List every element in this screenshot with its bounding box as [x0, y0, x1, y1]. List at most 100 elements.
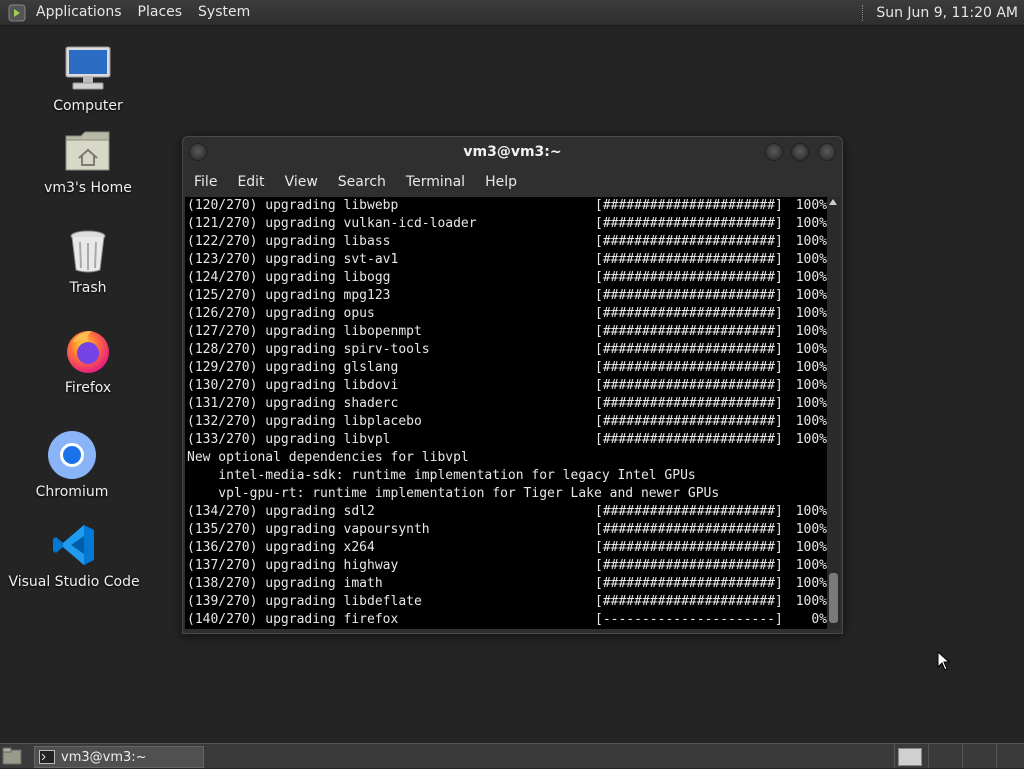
- terminal-line: (125/270) upgrading mpg123 [#############…: [185, 287, 827, 305]
- taskbar-button-terminal[interactable]: vm3@vm3:~: [34, 746, 204, 768]
- terminal-line-text: (127/270) upgrading libopenmpt: [187, 324, 422, 339]
- progress-percent: 100%: [795, 342, 827, 357]
- places-menu[interactable]: Places: [130, 0, 191, 25]
- progress-bar-text: [######################]: [595, 288, 783, 303]
- menu-view[interactable]: View: [275, 174, 328, 190]
- terminal-output[interactable]: (120/270) upgrading libwebp [############…: [185, 197, 827, 629]
- desktop-icon-trash[interactable]: Trash: [48, 226, 128, 296]
- terminal-line: vpl-gpu-rt: runtime implementation for T…: [185, 485, 827, 503]
- terminal-line-text: (134/270) upgrading sdl2: [187, 504, 375, 519]
- close-button[interactable]: [818, 143, 836, 161]
- desktop-icon-chromium[interactable]: Chromium: [32, 430, 112, 500]
- terminal-line: New optional dependencies for libvpl: [185, 449, 827, 467]
- terminal-line-text: (131/270) upgrading shaderc: [187, 396, 399, 411]
- progress-bar-text: [######################]: [595, 576, 783, 591]
- menu-edit[interactable]: Edit: [227, 174, 274, 190]
- terminal-line-text: (126/270) upgrading opus: [187, 306, 375, 321]
- terminal-line: (139/270) upgrading libdeflate [#########…: [185, 593, 827, 611]
- terminal-line: (126/270) upgrading opus [###############…: [185, 305, 827, 323]
- progress-percent: 100%: [795, 414, 827, 429]
- bottom-panel: vm3@vm3:~: [0, 743, 1024, 768]
- progress-bar-text: [######################]: [595, 540, 783, 555]
- terminal-line: (124/270) upgrading libogg [#############…: [185, 269, 827, 287]
- desktop-icon-label: Firefox: [64, 380, 112, 396]
- show-desktop-icon[interactable]: [2, 747, 22, 765]
- scrollbar-thumb[interactable]: [829, 573, 838, 623]
- menu-file[interactable]: File: [183, 174, 227, 190]
- desktop-icon-home[interactable]: vm3's Home: [38, 126, 138, 196]
- progress-bar-text: [######################]: [595, 504, 783, 519]
- terminal-line: (136/270) upgrading x264 [###############…: [185, 539, 827, 557]
- system-menu[interactable]: System: [190, 0, 258, 25]
- terminal-line-text: (124/270) upgrading libogg: [187, 270, 391, 285]
- top-panel: Applications Places System Sun Jun 9, 11…: [0, 0, 1024, 26]
- terminal-icon: [39, 750, 55, 764]
- terminal-line-text: (139/270) upgrading libdeflate: [187, 594, 422, 609]
- desktop-icon-vscode[interactable]: Visual Studio Code: [8, 520, 140, 590]
- terminal-line-text: (136/270) upgrading x264: [187, 540, 375, 555]
- scroll-up-arrow-icon[interactable]: [829, 199, 837, 205]
- terminal-scrollbar[interactable]: [827, 197, 840, 629]
- progress-percent: 100%: [795, 234, 827, 249]
- terminal-line-text: (121/270) upgrading vulkan-icd-loader: [187, 216, 477, 231]
- desktop-icon-firefox[interactable]: Firefox: [48, 326, 128, 396]
- applications-menu[interactable]: Applications: [28, 0, 130, 25]
- progress-bar-text: [######################]: [595, 396, 783, 411]
- progress-percent: 100%: [795, 216, 827, 231]
- progress-percent: 100%: [795, 198, 827, 213]
- progress-bar-text: [######################]: [595, 378, 783, 393]
- workspace-switcher[interactable]: [898, 748, 922, 766]
- progress-percent: 100%: [795, 378, 827, 393]
- terminal-line: (137/270) upgrading highway [############…: [185, 557, 827, 575]
- clock[interactable]: Sun Jun 9, 11:20 AM: [876, 5, 1018, 21]
- progress-percent: 100%: [795, 270, 827, 285]
- terminal-line-text: (137/270) upgrading highway: [187, 558, 399, 573]
- workspace-separator: [928, 744, 929, 768]
- menu-terminal[interactable]: Terminal: [396, 174, 475, 190]
- terminal-line: (129/270) upgrading glslang [############…: [185, 359, 827, 377]
- menu-search[interactable]: Search: [328, 174, 396, 190]
- progress-percent: 100%: [795, 594, 827, 609]
- vscode-icon: [49, 520, 99, 570]
- terminal-line-text: (128/270) upgrading spirv-tools: [187, 342, 430, 357]
- progress-percent: 100%: [795, 576, 827, 591]
- chromium-icon: [47, 430, 97, 480]
- window-titlebar[interactable]: vm3@vm3:~: [183, 137, 842, 167]
- terminal-line: (132/270) upgrading libplacebo [#########…: [185, 413, 827, 431]
- panel-separator: [862, 4, 866, 21]
- progress-bar-text: [######################]: [595, 306, 783, 321]
- maximize-button[interactable]: [791, 143, 809, 161]
- terminal-line: (122/270) upgrading libass [#############…: [185, 233, 827, 251]
- menu-help[interactable]: Help: [475, 174, 527, 190]
- progress-percent: 100%: [795, 396, 827, 411]
- progress-percent: 100%: [795, 540, 827, 555]
- terminal-line-text: (125/270) upgrading mpg123: [187, 288, 391, 303]
- applications-menu-icon[interactable]: [6, 3, 28, 23]
- terminal-line: (121/270) upgrading vulkan-icd-loader [##…: [185, 215, 827, 233]
- desktop-icon-label: Computer: [53, 98, 123, 114]
- desktop-icon-computer[interactable]: Computer: [48, 44, 128, 114]
- progress-percent: 100%: [795, 522, 827, 537]
- progress-bar-text: [######################]: [595, 342, 783, 357]
- progress-bar-text: [######################]: [595, 252, 783, 267]
- terminal-window[interactable]: vm3@vm3:~ File Edit View Search Terminal…: [182, 136, 843, 634]
- terminal-line: (130/270) upgrading libdovi [############…: [185, 377, 827, 395]
- desktop-icon-label: Trash: [69, 280, 107, 296]
- progress-bar-text: [######################]: [595, 360, 783, 375]
- progress-bar-text: [######################]: [595, 234, 783, 249]
- terminal-line: (134/270) upgrading sdl2 [###############…: [185, 503, 827, 521]
- terminal-line: (127/270) upgrading libopenmpt [#########…: [185, 323, 827, 341]
- desktop-icon-label: vm3's Home: [44, 180, 132, 196]
- taskbar-button-label: vm3@vm3:~: [61, 749, 147, 765]
- terminal-line: (123/270) upgrading svt-av1 [############…: [185, 251, 827, 269]
- terminal-line-text: (129/270) upgrading glslang: [187, 360, 399, 375]
- progress-bar-text: [######################]: [595, 594, 783, 609]
- window-title: vm3@vm3:~: [463, 144, 562, 160]
- terminal-line-text: New optional dependencies for libvpl: [187, 450, 469, 465]
- minimize-button[interactable]: [765, 143, 783, 161]
- progress-percent: 100%: [795, 324, 827, 339]
- terminal-line-text: (122/270) upgrading libass: [187, 234, 391, 249]
- progress-percent: 100%: [795, 432, 827, 447]
- terminal-menubar: File Edit View Search Terminal Help: [183, 168, 842, 196]
- progress-percent: 100%: [795, 252, 827, 267]
